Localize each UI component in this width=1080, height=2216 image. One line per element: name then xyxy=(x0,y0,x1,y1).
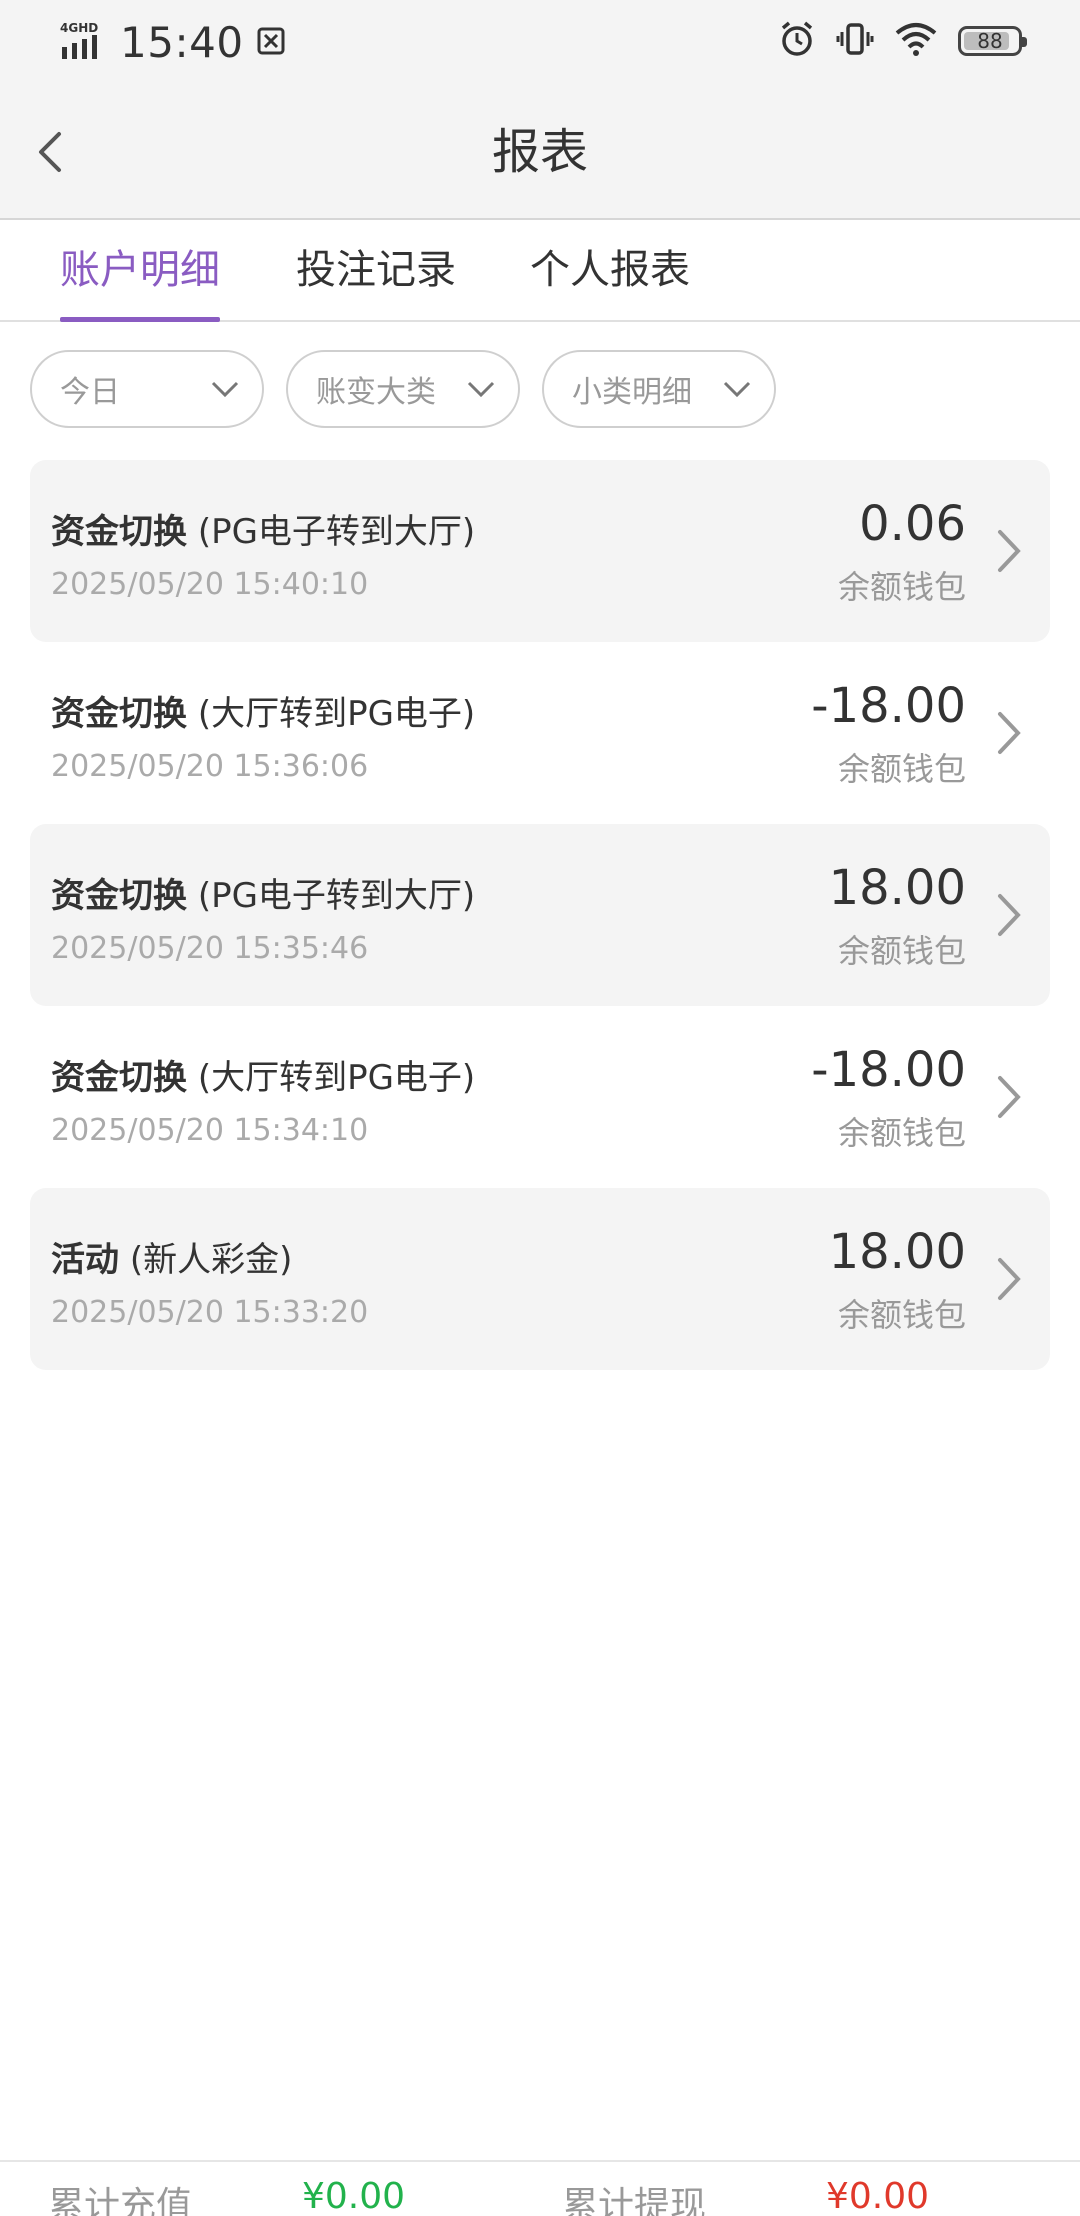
record-list: 资金切换 (PG电子转到大厅) 2025/05/20 15:40:10 0.06… xyxy=(30,460,1050,1370)
total-deposit-label: 累计充值 xyxy=(48,2185,193,2216)
battery-icon: 88 xyxy=(958,26,1027,56)
list-item[interactable]: 资金切换 (大厅转到PG电子) 2025/05/20 15:34:10 -18.… xyxy=(30,1006,1050,1188)
list-item[interactable]: 活动 (新人彩金) 2025/05/20 15:33:20 18.00 余额钱包 xyxy=(30,1188,1050,1370)
chevron-right-icon xyxy=(998,530,1021,572)
chevron-down-icon xyxy=(211,381,239,398)
vibrate-icon xyxy=(836,20,874,62)
status-time: 15:40 xyxy=(120,18,244,67)
record-wallet: 余额钱包 xyxy=(837,932,966,970)
record-amount: 0.06 xyxy=(859,496,966,552)
record-datetime: 2025/05/20 15:35:46 xyxy=(51,931,369,966)
chevron-down-icon xyxy=(723,381,751,398)
record-wallet: 余额钱包 xyxy=(837,1296,966,1334)
list-item[interactable]: 资金切换 (PG电子转到大厅) 2025/05/20 15:35:46 18.0… xyxy=(30,824,1050,1006)
record-datetime: 2025/05/20 15:36:06 xyxy=(51,749,369,784)
record-amount: 18.00 xyxy=(828,1224,966,1280)
filter-category-label: 账变大类 xyxy=(316,375,436,410)
record-type: 资金切换 xyxy=(51,512,187,552)
nav-bar: 报表 xyxy=(0,86,1080,220)
record-type: 资金切换 xyxy=(51,694,187,734)
record-detail: (大厅转到PG电子) xyxy=(197,1058,476,1098)
record-type: 活动 xyxy=(51,1240,119,1280)
filter-date-label: 今日 xyxy=(60,375,120,410)
chevron-down-icon xyxy=(467,381,495,398)
chevron-right-icon xyxy=(998,1076,1021,1118)
filter-subcategory-dropdown[interactable]: 小类明细 xyxy=(542,350,776,428)
record-type: 资金切换 xyxy=(51,876,187,916)
chevron-right-icon xyxy=(998,894,1021,936)
summary-footer: 累计充值 ¥0.00 累计提现 ¥0.00 xyxy=(0,2160,1080,2216)
filter-bar: 今日 账变大类 小类明细 xyxy=(30,350,776,428)
record-amount: -18.00 xyxy=(811,1042,966,1098)
back-button[interactable] xyxy=(18,120,82,184)
total-withdraw-value: ¥0.00 xyxy=(826,2176,930,2216)
record-datetime: 2025/05/20 15:40:10 xyxy=(51,567,369,602)
record-wallet: 余额钱包 xyxy=(837,750,966,788)
record-wallet: 余额钱包 xyxy=(837,1114,966,1152)
record-type: 资金切换 xyxy=(51,1058,187,1098)
record-datetime: 2025/05/20 15:34:10 xyxy=(51,1113,369,1148)
record-detail: (PG电子转到大厅) xyxy=(197,876,476,916)
record-wallet: 余额钱包 xyxy=(837,568,966,606)
page-title: 报表 xyxy=(491,124,588,180)
tab-personal-report[interactable]: 个人报表 xyxy=(530,220,690,320)
total-deposit-value: ¥0.00 xyxy=(302,2176,406,2216)
total-withdraw-label: 累计提现 xyxy=(562,2185,707,2216)
filter-category-dropdown[interactable]: 账变大类 xyxy=(286,350,520,428)
record-detail: (PG电子转到大厅) xyxy=(197,512,476,552)
list-item[interactable]: 资金切换 (大厅转到PG电子) 2025/05/20 15:36:06 -18.… xyxy=(30,642,1050,824)
list-item[interactable]: 资金切换 (PG电子转到大厅) 2025/05/20 15:40:10 0.06… xyxy=(30,460,1050,642)
screenshot-icon xyxy=(256,26,286,60)
battery-level: 88 xyxy=(977,29,1003,53)
record-amount: 18.00 xyxy=(828,860,966,916)
chevron-right-icon xyxy=(998,712,1021,754)
status-bar: 4GHD 15:40 88 xyxy=(0,0,1080,86)
svg-text:4GHD: 4GHD xyxy=(60,21,98,35)
tab-bar: 账户明细 投注记录 个人报表 xyxy=(0,220,1080,322)
filter-subcategory-label: 小类明细 xyxy=(572,375,692,410)
record-amount: -18.00 xyxy=(811,678,966,734)
filter-date-dropdown[interactable]: 今日 xyxy=(30,350,264,428)
signal-icon: 4GHD xyxy=(60,21,106,65)
alarm-icon xyxy=(778,20,816,62)
chevron-left-icon xyxy=(39,132,61,172)
tab-bet-records[interactable]: 投注记录 xyxy=(296,220,456,320)
record-detail: (大厅转到PG电子) xyxy=(197,694,476,734)
chevron-right-icon xyxy=(998,1258,1021,1300)
tab-account-details[interactable]: 账户明细 xyxy=(60,220,220,322)
record-datetime: 2025/05/20 15:33:20 xyxy=(51,1295,369,1330)
wifi-icon xyxy=(894,20,938,62)
record-detail: (新人彩金) xyxy=(129,1240,293,1280)
